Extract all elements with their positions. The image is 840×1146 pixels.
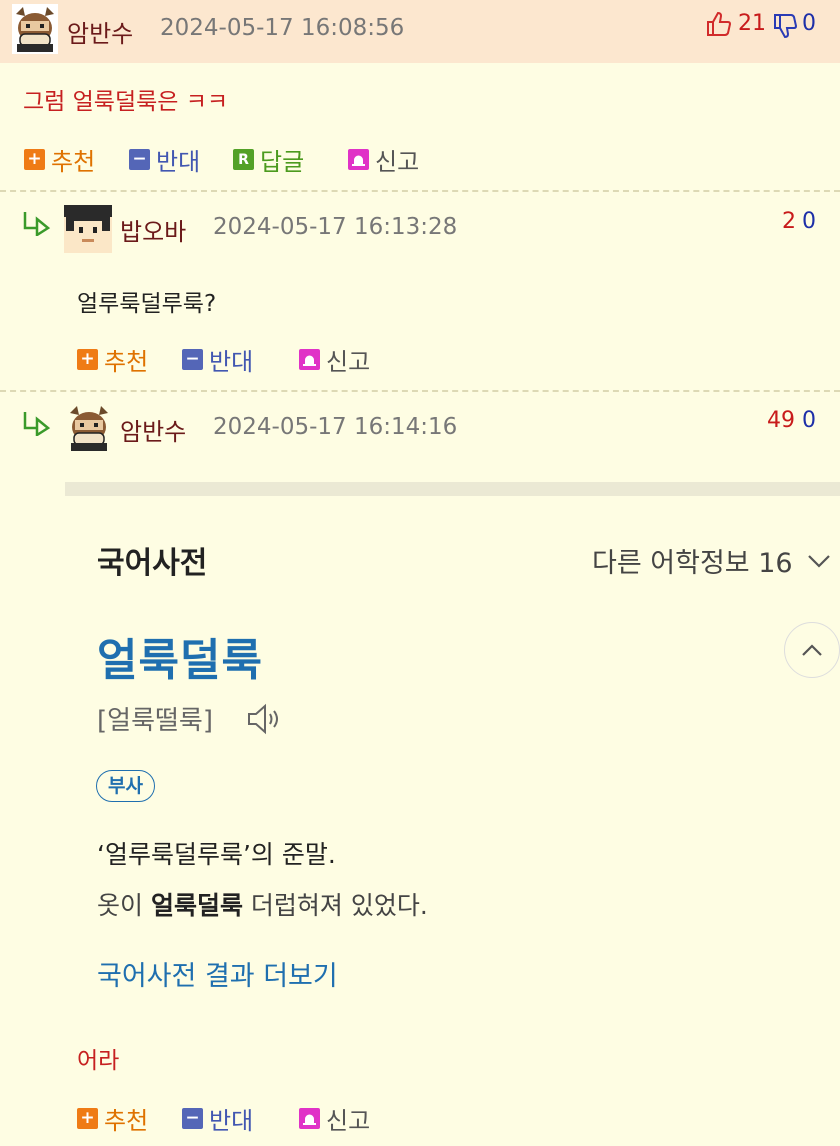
divider [0,190,840,192]
siren-icon [299,1108,320,1129]
plus-icon: + [77,1108,98,1129]
siren-icon [348,149,369,170]
nickname[interactable]: 암반수 [120,412,186,447]
downvote-count: 0 [802,11,816,36]
oppose-label: 반대 [209,348,254,376]
oppose-button[interactable]: − 반대 [182,1101,253,1136]
comment-text: 얼루룩덜루룩? [77,291,217,317]
oppose-label: 반대 [156,148,201,176]
report-label: 신고 [326,348,371,376]
other-info-label: 다른 어학정보 16 [592,548,793,579]
example-sentence: 옷이 얼룩덜룩 더럽혀져 있었다. [97,886,428,922]
example-post: 더럽혀져 있었다. [242,891,428,920]
recommend-button[interactable]: + 추천 [77,342,148,377]
avatar [70,406,108,451]
recommend-label: 추천 [104,348,149,376]
recommend-button[interactable]: + 추천 [24,142,95,177]
upvote-count: 2 [782,209,796,234]
pronunciation: [얼룩떨룩] [97,706,213,736]
timestamp: 2024-05-17 16:08:56 [160,15,405,41]
thumbs-down-icon[interactable] [772,12,798,40]
oppose-button[interactable]: − 반대 [129,142,200,177]
oppose-button[interactable]: − 반대 [182,342,253,377]
thumbs-up-icon[interactable] [705,10,733,38]
comment-text: 어라 [77,1048,120,1074]
reply-arrow-icon [23,212,51,236]
reply-button[interactable]: R 답글 [233,142,304,177]
minus-icon: − [129,149,150,170]
timestamp: 2024-05-17 16:13:28 [213,214,458,240]
collapse-button[interactable] [784,622,840,678]
example-bold: 얼룩덜룩 [150,891,243,920]
comment-text: 그럼 얼룩덜룩은 ㅋㅋ [23,89,229,115]
report-button[interactable]: 신고 [299,342,370,377]
downvote-count: 0 [802,408,816,433]
nickname[interactable]: 밥오바 [120,212,186,247]
example-pre: 옷이 [97,891,151,920]
plus-icon: + [24,149,45,170]
avatar [64,205,112,253]
reply-icon: R [233,149,254,170]
part-of-speech-badge: 부사 [96,770,155,802]
timestamp: 2024-05-17 16:14:16 [213,414,458,440]
oppose-label: 반대 [209,1107,254,1135]
dictionary-divider-bar [65,482,840,496]
report-button[interactable]: 신고 [299,1101,370,1136]
minus-icon: − [182,1108,203,1129]
chevron-up-icon [802,644,822,656]
dictionary-title: 국어사전 [97,546,208,581]
dictionary-headword: 얼룩덜룩 [97,635,263,686]
speaker-icon[interactable] [246,703,284,735]
report-label: 신고 [326,1107,371,1135]
recommend-label: 추천 [104,1107,149,1135]
chevron-down-icon [807,554,830,568]
report-label: 신고 [375,148,420,176]
nickname[interactable]: 암반수 [67,14,133,49]
siren-icon [299,349,320,370]
upvote-count: 21 [738,11,766,36]
other-info-dropdown[interactable]: 다른 어학정보 16 [592,541,831,580]
reply-label: 답글 [260,148,305,176]
more-results-link[interactable]: 국어사전 결과 더보기 [97,954,338,993]
reply-arrow-icon [23,412,51,436]
upvote-count: 49 [767,408,795,433]
report-button[interactable]: 신고 [348,142,419,177]
definition: ‘얼루룩덜루룩’의 준말. [97,840,336,869]
downvote-count: 0 [802,209,816,234]
recommend-button[interactable]: + 추천 [77,1101,148,1136]
minus-icon: − [182,349,203,370]
divider [0,390,840,392]
recommend-label: 추천 [51,148,96,176]
avatar [12,4,58,54]
plus-icon: + [77,349,98,370]
